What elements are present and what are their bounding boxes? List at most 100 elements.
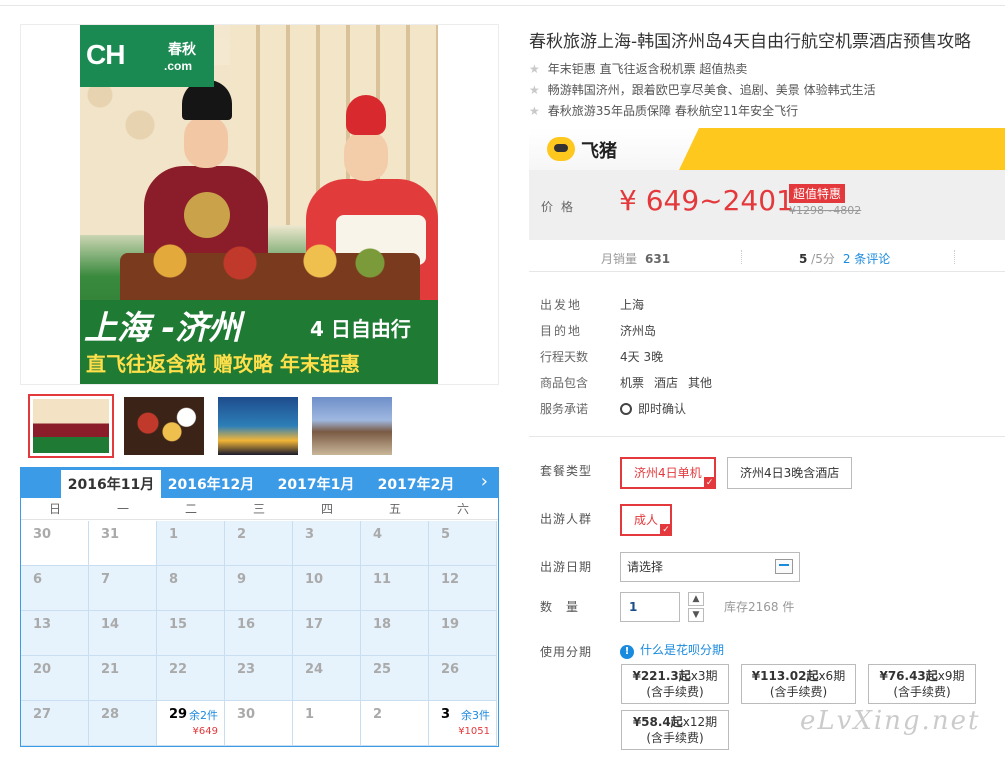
info-value-destination: 济州岛 <box>620 324 657 338</box>
calendar-day: 2 <box>225 521 293 566</box>
fliggy-yellow-stripe <box>679 128 1005 170</box>
calendar-grid: 30 31 1 2 3 4 5 6 7 8 9 10 11 12 13 14 15 16 17 18 19 20 21 22 2… <box>21 521 498 747</box>
ch-logo: CH 春秋 .com <box>80 25 214 87</box>
calendar-day: 8 <box>157 566 225 611</box>
day-number: 2 <box>373 707 383 722</box>
calendar-day: 19 <box>429 611 497 656</box>
tab-month-4[interactable]: 2017年2月 <box>366 470 466 498</box>
qty-down-icon[interactable]: ▼ <box>688 608 704 622</box>
weekday-row: 日一二三四五六 <box>21 498 498 520</box>
poster-days: 4 日自由行 <box>310 317 411 341</box>
weekday-label: 二 <box>184 502 197 516</box>
info-label-service: 服务承诺 <box>540 402 589 416</box>
weekday-label: 日 <box>48 502 61 516</box>
tab-month-2[interactable]: 2016年12月 <box>161 470 261 498</box>
reviews-link[interactable]: 2 条评论 <box>843 252 890 266</box>
info-label-duration: 行程天数 <box>540 350 589 364</box>
qty-up-icon[interactable]: ▲ <box>688 592 704 606</box>
people-option-adult[interactable]: 成人 <box>620 504 673 536</box>
day-number: 8 <box>169 572 179 587</box>
site-watermark: eLvXing.net <box>800 706 981 736</box>
qty-label: 数量 <box>540 600 593 614</box>
thumbnail-night-palace[interactable] <box>215 394 301 458</box>
calendar-day: 16 <box>225 611 293 656</box>
installment-12[interactable]: ¥58.4起x12期 (含手续费) <box>621 710 729 750</box>
rating: 5 /5分 2 条评论 <box>799 252 891 266</box>
info-value-duration: 4天 3晚 <box>620 350 664 364</box>
package-option-hotel[interactable]: 济州4日3晚含酒店 <box>727 457 853 489</box>
calendar-day: 20 <box>21 656 89 701</box>
calendar-day: 28 <box>89 701 157 746</box>
check-circle-icon <box>620 403 632 415</box>
weekday-label: 四 <box>320 502 333 516</box>
tab-month-3[interactable]: 2017年1月 <box>266 470 366 498</box>
calendar-day: 21 <box>89 656 157 701</box>
installment-9[interactable]: ¥76.43起x9期 (含手续费) <box>868 664 976 704</box>
calendar-day: 14 <box>89 611 157 656</box>
calendar-icon[interactable] <box>775 559 793 574</box>
day-number: 12 <box>441 572 460 587</box>
huabei-help-link[interactable]: ! 什么是花呗分期 <box>620 641 724 659</box>
day-number: 9 <box>237 572 247 587</box>
calendar-day: 1 <box>157 521 225 566</box>
calendar-day: 31 <box>89 521 157 566</box>
calendar-day: 30 <box>225 701 293 746</box>
calendar-day: 12 <box>429 566 497 611</box>
date-input[interactable]: 请选择 <box>620 552 800 582</box>
day-number: 11 <box>373 572 392 587</box>
thumbnail-village[interactable] <box>309 394 395 458</box>
calendar-day: 30 <box>21 521 89 566</box>
day-number: 15 <box>169 617 188 632</box>
day-number: 31 <box>101 527 120 542</box>
poster-slogan: 直飞往返含税 赠攻略 年末钜惠 <box>86 352 360 376</box>
date-label: 出游日期 <box>540 560 593 574</box>
day-number: 2 <box>237 527 247 542</box>
calendar-day: 3 <box>293 521 361 566</box>
calendar-day: 24 <box>293 656 361 701</box>
day-number: 16 <box>237 617 256 632</box>
weekday-label: 一 <box>116 502 129 516</box>
weekday-label: 五 <box>388 502 401 516</box>
day-price: ¥1051 <box>458 726 490 737</box>
day-number: 23 <box>237 662 256 677</box>
day-number: 17 <box>305 617 324 632</box>
food-dishes <box>150 241 390 281</box>
day-number: 6 <box>33 572 43 587</box>
calendar-day: 5 <box>429 521 497 566</box>
calendar-day[interactable]: 29 余2件 ¥649 <box>157 701 225 746</box>
day-number: 19 <box>441 617 460 632</box>
product-title: 春秋旅游上海-韩国济州岛4天自由行航空机票酒店预售攻略 <box>529 32 971 52</box>
price-label: 价格 <box>541 200 582 214</box>
departure-calendar: 2016年11月 2016年12月 2017年1月 2017年2月 › 日 一 二 三… <box>20 467 499 747</box>
calendar-day: 26 <box>429 656 497 701</box>
day-number: 1 <box>169 527 179 542</box>
calendar-day: 4 <box>361 521 429 566</box>
package-option-flight[interactable]: 济州4日单机 <box>620 457 716 489</box>
info-label-includes: 商品包含 <box>540 376 589 390</box>
thumbnail-poster[interactable] <box>28 394 114 458</box>
calendar-day: 22 <box>157 656 225 701</box>
quantity-input[interactable]: 1 <box>620 592 680 622</box>
tab-month-1[interactable]: 2016年11月 <box>61 470 161 498</box>
product-poster: CH 春秋 .com 上海 -济州 4 日自由行 直飞往返含税 赠攻略 年末钜惠 <box>80 25 438 384</box>
day-number: 3 <box>441 707 451 722</box>
calendar-day: 15 <box>157 611 225 656</box>
highlight-3: ★ 春秋旅游35年品质保障 春秋航空11年安全飞行 <box>529 104 799 118</box>
promo-badge: 超值特惠 <box>789 184 846 203</box>
day-number: 14 <box>101 617 120 632</box>
installment-6[interactable]: ¥113.02起x6期 (含手续费) <box>741 664 856 704</box>
poster-route: 上海 -济州 <box>84 308 242 347</box>
remaining-stock: 余2件 <box>189 709 218 722</box>
stock-text: 库存2168 件 <box>724 600 795 614</box>
installment-3[interactable]: ¥221.3起x3期 (含手续费) <box>621 664 729 704</box>
info-icon: ! <box>620 645 634 659</box>
calendar-day: 25 <box>361 656 429 701</box>
main-product-image[interactable]: CH 春秋 .com 上海 -济州 4 日自由行 直飞往返含税 赠攻略 年末钜惠 <box>20 24 499 385</box>
calendar-day[interactable]: 3 余3件 ¥1051 <box>429 701 497 746</box>
info-value-departure: 上海 <box>620 298 645 312</box>
calendar-day: 6 <box>21 566 89 611</box>
day-price: ¥649 <box>192 726 218 737</box>
chevron-right-icon[interactable]: › <box>481 472 488 492</box>
day-number: 24 <box>305 662 324 677</box>
thumbnail-food[interactable] <box>121 394 207 458</box>
